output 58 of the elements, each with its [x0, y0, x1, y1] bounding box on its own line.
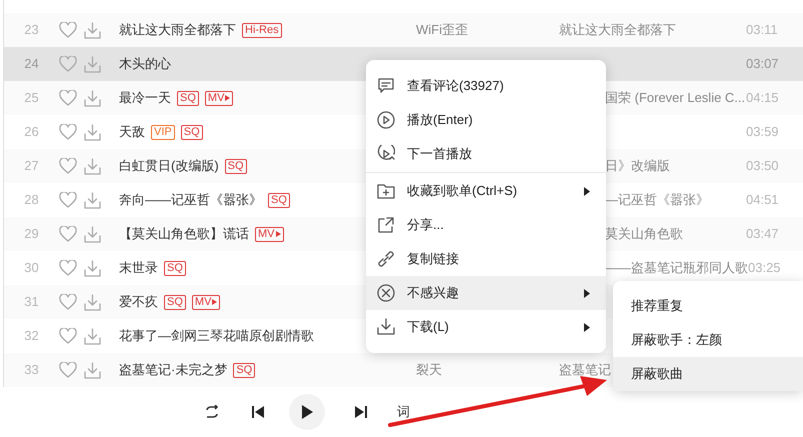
album-name: 莫关山角色歌: [605, 226, 683, 242]
quality-tag: SQ: [268, 192, 290, 208]
duration: 03:25: [748, 260, 781, 276]
album-name: 日》改编版: [605, 158, 670, 174]
duration: 04:15: [746, 90, 779, 106]
track-number: 31: [23, 293, 40, 312]
artist-name: WiFi歪歪: [416, 22, 468, 38]
track-number: 23: [23, 21, 40, 40]
song-title: 白虹贯日(改编版): [119, 157, 219, 176]
duration: 04:51: [746, 192, 779, 208]
artist-name: 裂天: [416, 362, 442, 378]
duration: 03:59: [746, 124, 779, 140]
track-number: 26: [23, 123, 40, 142]
song-title: 末世录: [119, 259, 158, 278]
song-title: 最冷一天: [119, 89, 171, 108]
duration: 03:11: [746, 22, 778, 38]
track-number: 28: [23, 191, 40, 210]
duration: 03:07: [746, 56, 779, 72]
song-title: 盗墓笔记·未完之梦: [119, 361, 228, 380]
menu-label: 播放(Enter): [407, 111, 474, 130]
album-name: 国荣 (Forever Leslie C...: [605, 90, 746, 106]
quality-tag: SQ: [177, 90, 199, 106]
track-number: 24: [23, 55, 40, 74]
quality-tag: SQ: [180, 124, 203, 140]
track-number: 25: [23, 89, 40, 108]
song-title: 就让这大雨全都落下: [119, 21, 236, 40]
track-number: 33: [23, 361, 40, 380]
track-number: 27: [23, 157, 40, 176]
album-name: 盗墓笔记: [559, 362, 611, 378]
menu-label: 分享...: [407, 216, 445, 234]
track-number: 29: [23, 225, 40, 244]
quality-tag: SQ: [224, 158, 247, 174]
menu-label: 复制链接: [407, 250, 460, 268]
quality-tag: VIP: [151, 124, 175, 140]
song-title: 天敌: [119, 123, 145, 142]
menu-label: 收藏到歌单(Ctrl+S): [407, 182, 518, 200]
song-title: 爱不疚: [119, 293, 158, 312]
song-title: 花事了—剑网三琴花喵原创剧情歌: [119, 327, 314, 346]
album-name: 就让这大雨全都落下: [559, 22, 676, 38]
duration: 03:50: [746, 158, 779, 174]
song-title: 【莫关山角色歌】谎话: [119, 225, 249, 244]
quality-tag: MV: [192, 294, 220, 310]
menu-label: 不感兴趣: [407, 284, 460, 302]
duration: 03:47: [746, 226, 779, 242]
quality-tag: SQ: [164, 260, 186, 276]
track-number: 30: [23, 259, 40, 278]
menu-label: 下载(L): [407, 318, 450, 336]
menu-label: 查看评论(33927): [407, 77, 505, 96]
song-title: 奔向——记巫哲《嚣张》: [119, 191, 262, 210]
song-title: 木头的心: [119, 55, 171, 74]
quality-tag: Hi-Res: [242, 22, 282, 38]
quality-tag: SQ: [233, 362, 256, 378]
album-name: ——盗墓笔记瓶邪同人歌: [605, 260, 748, 276]
quality-tag: SQ: [164, 294, 186, 310]
menu-label: 下一首播放: [407, 145, 473, 164]
quality-tag: MV: [255, 226, 284, 242]
quality-tag: MV: [204, 90, 234, 106]
track-number: 32: [23, 327, 40, 346]
